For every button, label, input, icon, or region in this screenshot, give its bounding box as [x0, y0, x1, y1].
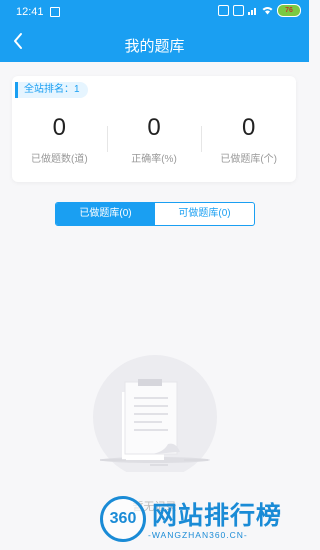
stat-accuracy: 0 正确率(%) [106, 114, 202, 165]
tab-available-banks[interactable]: 可做题库(0) [155, 203, 254, 225]
watermark-title: 网站排行榜 [152, 502, 283, 530]
status-bar: 12:41 76 [0, 0, 309, 22]
alarm-icon [218, 5, 229, 16]
watermark-logo: 360 [100, 496, 146, 542]
status-time: 12:41 [16, 6, 44, 18]
nfc-icon [233, 5, 244, 16]
stat-label: 已做题库(个) [220, 154, 278, 165]
stat-done-questions: 0 已做题数(道) [12, 114, 107, 165]
app-header: 12:41 76 我的题库 [0, 0, 309, 62]
stat-value: 0 [52, 114, 67, 141]
watermark-subtitle: -WANGZHAN360.CN- [148, 530, 248, 540]
stat-value: 0 [147, 114, 161, 141]
watermark: 360 网站排行榜 -WANGZHAN360.CN- [96, 494, 309, 550]
battery-icon: 76 [277, 4, 301, 17]
page-title: 我的题库 [124, 38, 185, 55]
bank-tabs: 已做题库(0) 可做题库(0) [55, 202, 255, 226]
rank-badge: 全站排名：1 [15, 82, 88, 98]
stats-row: 0 已做题数(道) 0 正确率(%) 0 已做题库(个) [12, 114, 296, 165]
stat-value: 0 [242, 114, 256, 141]
signal-icon [248, 8, 256, 15]
empty-document-illustration [93, 355, 217, 472]
stat-label: 已做题数(道) [31, 154, 88, 165]
tab-done-banks[interactable]: 已做题库(0) [56, 203, 155, 225]
status-icons: 76 [218, 4, 301, 17]
wifi-icon [262, 7, 273, 15]
notification-icon [50, 7, 60, 17]
stat-label: 正确率(%) [131, 154, 177, 165]
summary-card: 全站排名：1 0 已做题数(道) 0 正确率(%) 0 已做题库(个) [12, 76, 296, 182]
stat-done-banks: 0 已做题库(个) [201, 114, 296, 165]
